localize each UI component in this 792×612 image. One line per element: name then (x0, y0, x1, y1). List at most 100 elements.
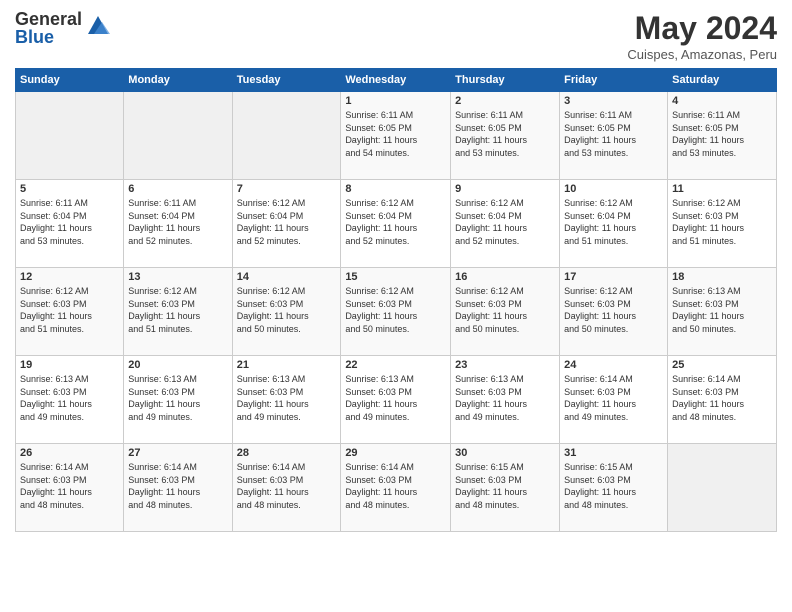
table-row: 30 Sunrise: 6:15 AMSunset: 6:03 PMDayligh… (451, 444, 560, 532)
day-number: 13 (128, 271, 227, 283)
header-saturday: Saturday (668, 69, 777, 92)
logo-general: General (15, 10, 82, 28)
day-info: Sunrise: 6:13 AMSunset: 6:03 PMDaylight:… (237, 373, 337, 423)
day-number: 10 (564, 183, 663, 195)
table-row: 7 Sunrise: 6:12 AMSunset: 6:04 PMDaylight… (232, 180, 341, 268)
logo-text: General Blue (15, 10, 82, 46)
table-row: 1Sunrise: 6:11 AMSunset: 6:05 PMDaylight… (341, 92, 451, 180)
table-row: 19 Sunrise: 6:13 AMSunset: 6:03 PMDayligh… (16, 356, 124, 444)
table-row: 29Sunrise: 6:14 AMSunset: 6:03 PMDayligh… (341, 444, 451, 532)
calendar-week-row: 5 Sunrise: 6:11 AMSunset: 6:04 PMDaylight… (16, 180, 777, 268)
day-info: Sunrise: 6:12 AMSunset: 6:03 PMDaylight:… (237, 285, 337, 335)
calendar-week-row: 19 Sunrise: 6:13 AMSunset: 6:03 PMDayligh… (16, 356, 777, 444)
table-row: 18 Sunrise: 6:13 AMSunset: 6:03 PMDayligh… (668, 268, 777, 356)
table-row: 6Sunrise: 6:11 AMSunset: 6:04 PMDaylight… (124, 180, 232, 268)
day-number: 4 (672, 95, 772, 107)
day-number: 8 (345, 183, 446, 195)
table-row (124, 92, 232, 180)
header-friday: Friday (560, 69, 668, 92)
day-number: 15 (345, 271, 446, 283)
day-info: Sunrise: 6:15 AMSunset: 6:03 PMDaylight:… (455, 461, 555, 511)
table-row: 22 Sunrise: 6:13 AMSunset: 6:03 PMDayligh… (341, 356, 451, 444)
day-info: Sunrise: 6:15 AMSunset: 6:03 PMDaylight:… (564, 461, 663, 511)
day-info: Sunrise: 6:12 AMSunset: 6:03 PMDaylight:… (564, 285, 663, 335)
day-number: 24 (564, 359, 663, 371)
table-row: 9Sunrise: 6:12 AMSunset: 6:04 PMDaylight… (451, 180, 560, 268)
table-row: 16 Sunrise: 6:12 AMSunset: 6:03 PMDayligh… (451, 268, 560, 356)
day-number: 17 (564, 271, 663, 283)
day-info: Sunrise: 6:13 AMSunset: 6:03 PMDaylight:… (20, 373, 119, 423)
day-number: 14 (237, 271, 337, 283)
table-row: 24 Sunrise: 6:14 AMSunset: 6:03 PMDayligh… (560, 356, 668, 444)
table-row: 23 Sunrise: 6:13 AMSunset: 6:03 PMDayligh… (451, 356, 560, 444)
table-row: 15Sunrise: 6:12 AMSunset: 6:03 PMDayligh… (341, 268, 451, 356)
day-info: Sunrise: 6:12 AMSunset: 6:03 PMDaylight:… (455, 285, 555, 335)
day-info: Sunrise: 6:11 AMSunset: 6:05 PMDaylight:… (564, 109, 663, 159)
table-row: 11Sunrise: 6:12 AMSunset: 6:03 PMDayligh… (668, 180, 777, 268)
table-row: 14 Sunrise: 6:12 AMSunset: 6:03 PMDayligh… (232, 268, 341, 356)
day-info: Sunrise: 6:12 AMSunset: 6:03 PMDaylight:… (20, 285, 119, 335)
day-number: 11 (672, 183, 772, 195)
day-info: Sunrise: 6:13 AMSunset: 6:03 PMDaylight:… (345, 373, 446, 423)
day-info: Sunrise: 6:14 AMSunset: 6:03 PMDaylight:… (564, 373, 663, 423)
month-title: May 2024 (627, 10, 777, 47)
day-number: 31 (564, 447, 663, 459)
day-info: Sunrise: 6:13 AMSunset: 6:03 PMDaylight:… (672, 285, 772, 335)
day-info: Sunrise: 6:14 AMSunset: 6:03 PMDaylight:… (237, 461, 337, 511)
day-info: Sunrise: 6:14 AMSunset: 6:03 PMDaylight:… (672, 373, 772, 423)
calendar-week-row: 1Sunrise: 6:11 AMSunset: 6:05 PMDaylight… (16, 92, 777, 180)
day-info: Sunrise: 6:12 AMSunset: 6:04 PMDaylight:… (455, 197, 555, 247)
logo-blue: Blue (15, 28, 82, 46)
table-row: 25 Sunrise: 6:14 AMSunset: 6:03 PMDayligh… (668, 356, 777, 444)
day-info: Sunrise: 6:13 AMSunset: 6:03 PMDaylight:… (128, 373, 227, 423)
table-row: 17 Sunrise: 6:12 AMSunset: 6:03 PMDayligh… (560, 268, 668, 356)
day-number: 21 (237, 359, 337, 371)
day-number: 29 (345, 447, 446, 459)
day-info: Sunrise: 6:12 AMSunset: 6:04 PMDaylight:… (564, 197, 663, 247)
day-number: 18 (672, 271, 772, 283)
day-number: 30 (455, 447, 555, 459)
header-wednesday: Wednesday (341, 69, 451, 92)
header-monday: Monday (124, 69, 232, 92)
day-number: 2 (455, 95, 555, 107)
calendar-week-row: 26 Sunrise: 6:14 AMSunset: 6:03 PMDayligh… (16, 444, 777, 532)
logo: General Blue (15, 10, 112, 46)
table-row: 3Sunrise: 6:11 AMSunset: 6:05 PMDaylight… (560, 92, 668, 180)
calendar-week-row: 12 Sunrise: 6:12 AMSunset: 6:03 PMDayligh… (16, 268, 777, 356)
day-info: Sunrise: 6:12 AMSunset: 6:04 PMDaylight:… (237, 197, 337, 247)
day-number: 22 (345, 359, 446, 371)
day-number: 25 (672, 359, 772, 371)
table-row: 5 Sunrise: 6:11 AMSunset: 6:04 PMDaylight… (16, 180, 124, 268)
page: General Blue May 2024 Cuispes, Amazonas,… (0, 0, 792, 612)
day-number: 27 (128, 447, 227, 459)
day-info: Sunrise: 6:11 AMSunset: 6:04 PMDaylight:… (20, 197, 119, 247)
table-row: 27Sunrise: 6:14 AMSunset: 6:03 PMDayligh… (124, 444, 232, 532)
table-row: 26 Sunrise: 6:14 AMSunset: 6:03 PMDayligh… (16, 444, 124, 532)
day-number: 12 (20, 271, 119, 283)
header-tuesday: Tuesday (232, 69, 341, 92)
day-info: Sunrise: 6:12 AMSunset: 6:04 PMDaylight:… (345, 197, 446, 247)
weekday-header-row: Sunday Monday Tuesday Wednesday Thursday… (16, 69, 777, 92)
calendar-table: Sunday Monday Tuesday Wednesday Thursday… (15, 68, 777, 532)
table-row: 2Sunrise: 6:11 AMSunset: 6:05 PMDaylight… (451, 92, 560, 180)
table-row: 10 Sunrise: 6:12 AMSunset: 6:04 PMDayligh… (560, 180, 668, 268)
day-info: Sunrise: 6:14 AMSunset: 6:03 PMDaylight:… (20, 461, 119, 511)
table-row: 13 Sunrise: 6:12 AMSunset: 6:03 PMDayligh… (124, 268, 232, 356)
table-row: 20 Sunrise: 6:13 AMSunset: 6:03 PMDayligh… (124, 356, 232, 444)
table-row (668, 444, 777, 532)
table-row (232, 92, 341, 180)
day-info: Sunrise: 6:13 AMSunset: 6:03 PMDaylight:… (455, 373, 555, 423)
day-info: Sunrise: 6:12 AMSunset: 6:03 PMDaylight:… (128, 285, 227, 335)
table-row: 28 Sunrise: 6:14 AMSunset: 6:03 PMDayligh… (232, 444, 341, 532)
day-number: 20 (128, 359, 227, 371)
day-number: 23 (455, 359, 555, 371)
header-sunday: Sunday (16, 69, 124, 92)
day-number: 28 (237, 447, 337, 459)
day-number: 7 (237, 183, 337, 195)
day-number: 5 (20, 183, 119, 195)
header-thursday: Thursday (451, 69, 560, 92)
day-number: 19 (20, 359, 119, 371)
day-number: 26 (20, 447, 119, 459)
day-number: 16 (455, 271, 555, 283)
logo-icon (84, 12, 112, 40)
